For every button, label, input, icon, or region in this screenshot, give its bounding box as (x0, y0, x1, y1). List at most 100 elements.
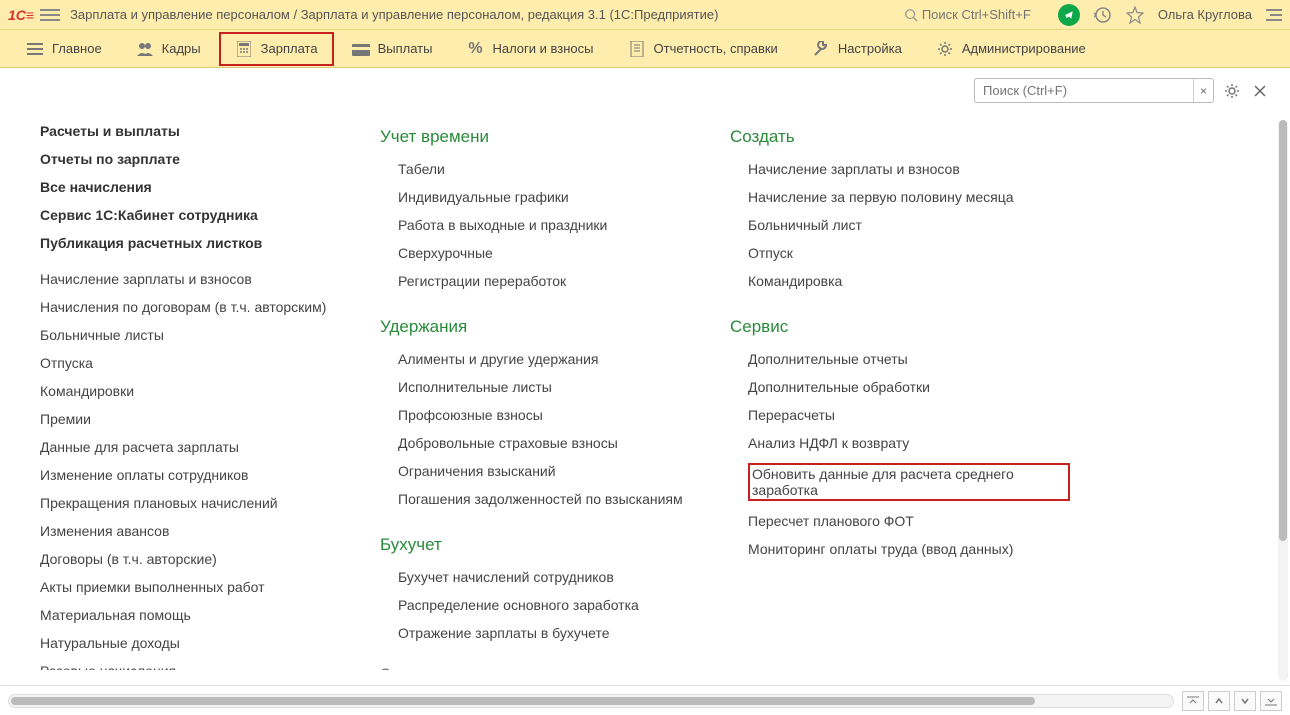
link-item[interactable]: Погашения задолженностей по взысканиям (398, 491, 690, 507)
nav-staff[interactable]: Кадры (120, 32, 217, 66)
link-item[interactable]: Отпуска (40, 355, 340, 371)
link-item[interactable]: Акты приемки выполненных работ (40, 579, 340, 595)
link-item[interactable]: Работа в выходные и праздники (398, 217, 690, 233)
link-item[interactable]: Отражение зарплаты в бухучете (398, 625, 690, 641)
link-item[interactable]: Командировка (748, 273, 1070, 289)
vertical-scrollbar[interactable] (1278, 120, 1288, 681)
link-item[interactable]: Исполнительные листы (398, 379, 690, 395)
nav-main[interactable]: Главное (10, 32, 118, 66)
panel-settings-icon[interactable] (1266, 9, 1282, 21)
link-item[interactable]: Начисления по договорам (в т.ч. авторски… (40, 299, 340, 315)
wrench-icon (812, 40, 830, 58)
link-item[interactable]: Натуральные доходы (40, 635, 340, 651)
link-item[interactable]: Добровольные страховые взносы (398, 435, 690, 451)
menu-icon[interactable] (40, 5, 60, 25)
horizontal-scrollbar[interactable] (8, 694, 1174, 708)
nav-salary[interactable]: Зарплата (219, 32, 334, 66)
global-search[interactable] (904, 7, 1044, 22)
link-item[interactable]: Профсоюзные взносы (398, 407, 690, 423)
right-column: Создать Начисление зарплаты и взносов На… (730, 123, 1070, 670)
link-calc-payments[interactable]: Расчеты и выплаты (40, 123, 340, 139)
notification-icon[interactable] (1058, 4, 1080, 26)
see-also-link[interactable]: См. также (380, 665, 690, 670)
link-item[interactable]: Анализ НДФЛ к возврату (748, 435, 1070, 451)
close-button[interactable] (1250, 81, 1270, 101)
window-btn-2[interactable] (1208, 691, 1230, 711)
link-item[interactable]: Командировки (40, 383, 340, 399)
link-item[interactable]: Изменение оплаты сотрудников (40, 467, 340, 483)
logo-1c: 1C≡ (8, 7, 34, 23)
link-item[interactable]: Премии (40, 411, 340, 427)
nav-admin[interactable]: Администрирование (920, 32, 1102, 66)
link-salary-reports[interactable]: Отчеты по зарплате (40, 151, 340, 167)
scrollbar-thumb[interactable] (1279, 120, 1287, 541)
scrollbar-thumb[interactable] (11, 697, 1035, 705)
nav-label: Отчетность, справки (654, 41, 778, 56)
group-create: Создать (730, 127, 1070, 147)
group-service: Сервис (730, 317, 1070, 337)
settings-button[interactable] (1222, 81, 1242, 101)
link-item[interactable]: Больничный лист (748, 217, 1070, 233)
link-item[interactable]: Данные для расчета зарплаты (40, 439, 340, 455)
content-area: Расчеты и выплаты Отчеты по зарплате Все… (0, 103, 1290, 670)
link-item[interactable]: Табели (398, 161, 690, 177)
nav-reports[interactable]: Отчетность, справки (612, 32, 794, 66)
gear-icon (936, 40, 954, 58)
group-time: Учет времени (380, 127, 690, 147)
page-search-input[interactable] (974, 78, 1214, 103)
link-item[interactable]: Начисление зарплаты и взносов (40, 271, 340, 287)
link-item[interactable]: Бухучет начислений сотрудников (398, 569, 690, 585)
link-item[interactable]: Перерасчеты (748, 407, 1070, 423)
window-btn-4[interactable] (1260, 691, 1282, 711)
link-item[interactable]: Дополнительные отчеты (748, 351, 1070, 367)
nav-label: Налоги и взносы (492, 41, 593, 56)
nav-label: Выплаты (378, 41, 433, 56)
link-item[interactable]: Начисление за первую половину месяца (748, 189, 1070, 205)
link-payslips[interactable]: Публикация расчетных листков (40, 235, 340, 251)
link-item[interactable]: Отпуск (748, 245, 1070, 261)
clear-search-button[interactable]: × (1193, 79, 1213, 102)
link-item[interactable]: Разовые начисления (40, 663, 340, 670)
link-item[interactable]: Ограничения взысканий (398, 463, 690, 479)
group-deductions: Удержания (380, 317, 690, 337)
main-nav: Главное Кадры Зарплата Выплаты % Налоги … (0, 30, 1290, 68)
nav-payments[interactable]: Выплаты (336, 32, 449, 66)
titlebar: 1C≡ Зарплата и управление персоналом / З… (0, 0, 1290, 30)
link-item[interactable]: Изменения авансов (40, 523, 340, 539)
link-item[interactable]: Сверхурочные (398, 245, 690, 261)
link-item[interactable]: Договоры (в т.ч. авторские) (40, 551, 340, 567)
calculator-icon (235, 40, 253, 58)
link-item[interactable]: Материальная помощь (40, 607, 340, 623)
link-item[interactable]: Больничные листы (40, 327, 340, 343)
link-item[interactable]: Индивидуальные графики (398, 189, 690, 205)
window-btn-1[interactable] (1182, 691, 1204, 711)
global-search-input[interactable] (904, 7, 1044, 22)
history-icon[interactable] (1094, 6, 1112, 24)
nav-label: Кадры (162, 41, 201, 56)
link-item[interactable]: Прекращения плановых начислений (40, 495, 340, 511)
link-1c-cabinet[interactable]: Сервис 1С:Кабинет сотрудника (40, 207, 340, 223)
page-search: × (974, 78, 1214, 103)
link-item[interactable]: Мониторинг оплаты труда (ввод данных) (748, 541, 1070, 557)
nav-taxes[interactable]: % Налоги и взносы (450, 32, 609, 66)
window-btn-3[interactable] (1234, 691, 1256, 711)
nav-settings[interactable]: Настройка (796, 32, 918, 66)
link-item[interactable]: Дополнительные обработки (748, 379, 1070, 395)
star-icon[interactable] (1126, 6, 1144, 24)
link-item[interactable]: Распределение основного заработка (398, 597, 690, 613)
link-item[interactable]: Начисление зарплаты и взносов (748, 161, 1070, 177)
link-item[interactable]: Алименты и другие удержания (398, 351, 690, 367)
link-all-accruals[interactable]: Все начисления (40, 179, 340, 195)
menu-icon (26, 40, 44, 58)
link-update-avg-earnings[interactable]: Обновить данные для расчета среднего зар… (748, 463, 1070, 501)
nav-label: Главное (52, 41, 102, 56)
group-accounting: Бухучет (380, 535, 690, 555)
bottom-bar (0, 685, 1290, 715)
people-icon (136, 40, 154, 58)
app-title: Зарплата и управление персоналом / Зарпл… (70, 7, 718, 22)
link-item[interactable]: Пересчет планового ФОТ (748, 513, 1070, 529)
link-item[interactable]: Регистрации переработок (398, 273, 690, 289)
nav-label: Администрирование (962, 41, 1086, 56)
user-name[interactable]: Ольга Круглова (1158, 7, 1252, 22)
left-column: Расчеты и выплаты Отчеты по зарплате Все… (40, 123, 340, 670)
